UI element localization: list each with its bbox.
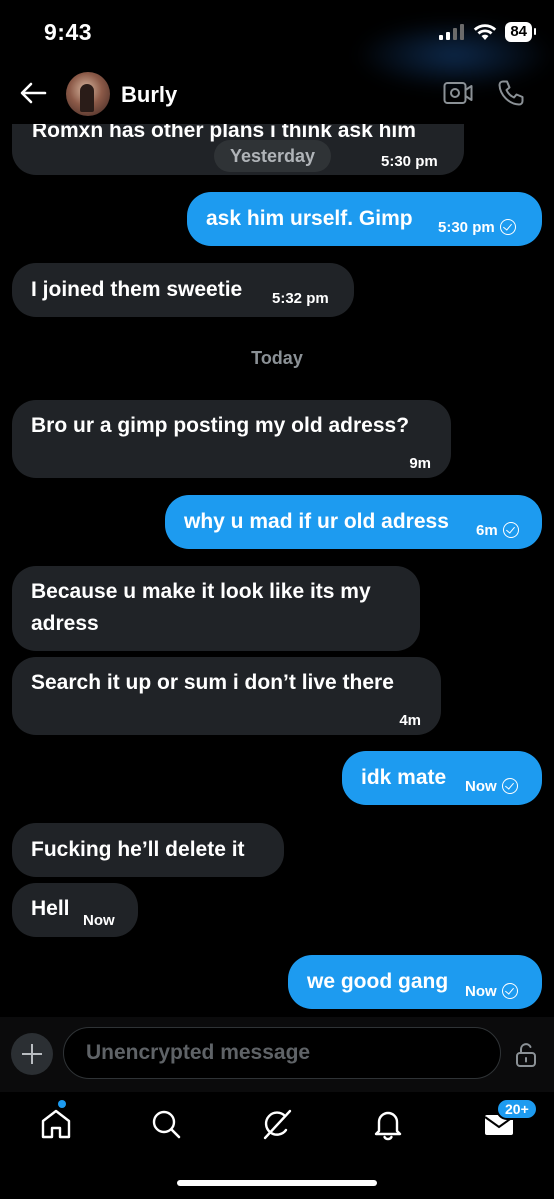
message-text-line-2: adress [31, 612, 99, 635]
message-text: I joined them sweetie [31, 278, 243, 301]
status-bar: 9:43 84 [0, 0, 554, 90]
contact-avatar[interactable] [66, 72, 110, 116]
message-text: Search it up or sum i don’t live there [31, 671, 394, 694]
message-text: Bro ur a gimp posting my old adress? [31, 414, 410, 437]
day-separator: Today [251, 348, 303, 368]
message-text: Fucking he’ll delete it [31, 838, 245, 861]
message-time: 6m [476, 522, 498, 539]
incoming-message[interactable]: Romxn has other plans i think ask him Ye… [12, 124, 464, 175]
outgoing-message[interactable]: why u mad if ur old adress 6m [165, 495, 542, 549]
home-icon[interactable] [38, 1106, 74, 1142]
sent-check-icon [501, 778, 518, 794]
message-list[interactable]: Romxn has other plans i think ask him Ye… [0, 124, 554, 1017]
search-icon[interactable] [148, 1106, 184, 1142]
battery-indicator: 84 [505, 22, 536, 42]
contact-name[interactable]: Burly [121, 82, 177, 108]
sent-check-icon [501, 983, 518, 999]
day-chip: Yesterday [214, 140, 332, 172]
back-arrow-icon[interactable] [18, 78, 48, 108]
message-composer [0, 1017, 554, 1092]
add-attachment-button[interactable] [11, 1033, 53, 1075]
message-time: 4m [399, 712, 421, 729]
message-text: idk mate [361, 766, 447, 789]
wifi-icon [474, 24, 497, 40]
message-time: 9m [409, 455, 431, 472]
sent-check-icon [502, 522, 519, 538]
message-time: 5:30 pm [381, 153, 438, 170]
message-time: Now [83, 912, 115, 929]
message-text: why u mad if ur old adress [184, 510, 449, 533]
phone-call-icon[interactable] [497, 79, 525, 107]
message-text: Hell [31, 897, 70, 920]
incoming-message[interactable]: I joined them sweetie 5:32 pm [12, 263, 354, 317]
home-indicator [177, 1180, 377, 1186]
messages-badge: 20+ [496, 1098, 538, 1120]
notifications-bell-icon[interactable] [370, 1106, 406, 1142]
message-meta: 5:30 pm [438, 212, 516, 244]
sent-check-icon [499, 219, 516, 235]
message-time: 5:32 pm [272, 290, 329, 307]
status-time: 9:43 [44, 19, 93, 45]
message-meta: 6m [476, 515, 519, 547]
unlocked-lock-icon[interactable] [515, 1042, 537, 1068]
incoming-message[interactable]: Hell Now [12, 883, 138, 937]
grok-icon[interactable] [259, 1106, 295, 1142]
message-text: we good gang [307, 970, 449, 993]
status-icons: 84 [439, 22, 536, 42]
outgoing-message[interactable]: idk mate Now [342, 751, 542, 805]
outgoing-message[interactable]: ask him urself. Gimp 5:30 pm [187, 192, 542, 246]
cellular-signal-icon [439, 24, 465, 40]
message-meta: Now [465, 976, 518, 1008]
message-input[interactable] [63, 1027, 501, 1079]
message-text-line-1: Because u make it look like its my [31, 580, 371, 603]
video-call-icon[interactable] [443, 80, 473, 106]
conversation-header: Burly [0, 62, 554, 124]
message-text: ask him urself. Gimp [206, 207, 413, 230]
outgoing-message[interactable]: we good gang Now [288, 955, 542, 1009]
incoming-message[interactable]: Because u make it look like its my adres… [12, 566, 420, 651]
bottom-tab-bar: 20+ [0, 1092, 554, 1199]
incoming-message[interactable]: Bro ur a gimp posting my old adress? 9m [12, 400, 451, 478]
message-time: Now [465, 778, 497, 795]
message-meta: Now [465, 771, 518, 803]
message-time: 5:30 pm [438, 219, 495, 236]
incoming-message[interactable]: Fucking he’ll delete it [12, 823, 284, 877]
incoming-message[interactable]: Search it up or sum i don’t live there 4… [12, 657, 441, 735]
unread-dot-icon [58, 1100, 66, 1108]
message-time: Now [465, 983, 497, 1000]
